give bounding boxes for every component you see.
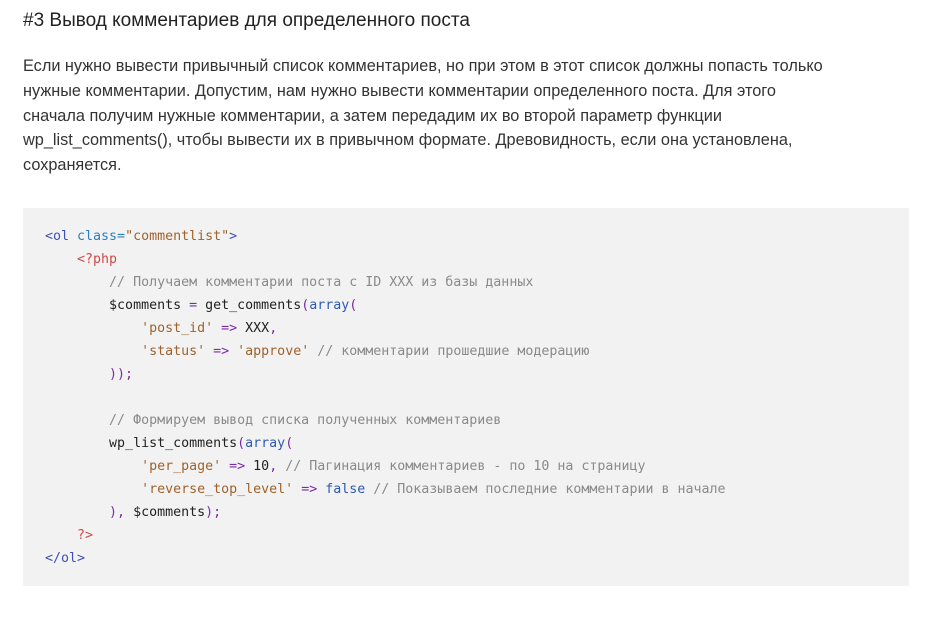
paragraph-line: нужные комментарии. Допустим, нам нужно … (23, 81, 776, 100)
code-token-op: ( (237, 436, 246, 452)
code-token-func: get_comments (205, 298, 302, 314)
code-token-op: => (213, 321, 246, 337)
code-token-op: ), (109, 505, 134, 521)
code-token-var: $comments (133, 505, 206, 521)
code-token-op: => (293, 482, 326, 498)
code-token-op: => (221, 459, 254, 475)
code-token-comment: // Показываем последние комментарии в на… (373, 482, 726, 498)
code-token-str: 'approve' (237, 344, 310, 360)
code-token-str: 'reverse_top_level' (141, 482, 294, 498)
code-token-str: 'status' (141, 344, 206, 360)
code-token-plain: XXX (245, 321, 270, 337)
code-line: $comments = get_comments(array( (45, 294, 909, 317)
section-heading: #3 Вывод комментариев для определенного … (23, 10, 470, 31)
code-token-op: , (269, 459, 278, 475)
code-token-kw: array (309, 298, 350, 314)
code-line: 'per_page' => 10, // Пагинация комментар… (45, 455, 909, 478)
code-token-tag: </ol> (45, 551, 86, 567)
code-line: )); (45, 363, 909, 386)
code-token-func: wp_list_comments (109, 436, 238, 452)
code-token-comment: // Получаем комментарии поста с ID XXX и… (109, 275, 534, 291)
code-token-php: ?> (77, 528, 94, 544)
code-token-str: 'post_id' (141, 321, 214, 337)
code-token-op: )); (109, 367, 134, 383)
code-token-var: $comments (109, 298, 182, 314)
code-token-comment: // Пагинация комментариев - по 10 на стр… (285, 459, 646, 475)
paragraph-line: сохраняется. (23, 156, 122, 175)
code-token-tag: > (229, 229, 238, 245)
code-token-op: = (181, 298, 206, 314)
code-line: <ol class="commentlist"> (45, 225, 909, 248)
code-token-op: ( (285, 436, 294, 452)
code-token-php: <?php (77, 252, 118, 268)
code-token-str: "commentlist" (125, 229, 230, 245)
code-token-op: , (269, 321, 278, 337)
code-token-kw: false (325, 482, 366, 498)
code-token-op: => (205, 344, 238, 360)
code-token-kw: array (245, 436, 286, 452)
paragraph-line: wp_list_comments(), чтобы вывести их в п… (23, 131, 793, 150)
code-line: ?> (45, 524, 909, 547)
code-line: 'post_id' => XXX, (45, 317, 909, 340)
code-token-op: ( (349, 298, 358, 314)
code-token-tag: <ol (45, 229, 78, 245)
code-token-op: ); (205, 505, 222, 521)
code-line: 'status' => 'approve' // комментарии про… (45, 340, 909, 363)
code-token-comment: // Формируем вывод списка полученных ком… (109, 413, 502, 429)
code-line: </ol> (45, 547, 909, 570)
paragraph-line: Если нужно вывести привычный список комм… (23, 57, 823, 75)
code-line: // Получаем комментарии поста с ID XXX и… (45, 271, 909, 294)
code-token-comment: // комментарии прошедшие модерацию (317, 344, 590, 360)
code-block: <ol class="commentlist"> <?php // Получа… (23, 208, 909, 587)
code-line: <?php (45, 248, 909, 271)
code-token-str: 'per_page' (141, 459, 222, 475)
code-line: // Формируем вывод списка полученных ком… (45, 409, 909, 432)
code-token-attr: class= (77, 229, 126, 245)
code-token-num: 10 (253, 459, 270, 475)
paragraph-line: сначала получим нужные комментарии, а за… (23, 106, 722, 125)
code-line: wp_list_comments(array( (45, 432, 909, 455)
code-line: ), $comments); (45, 501, 909, 524)
code-line: 'reverse_top_level' => false // Показыва… (45, 478, 909, 501)
intro-paragraph: Если нужно вывести привычный список комм… (23, 54, 918, 178)
